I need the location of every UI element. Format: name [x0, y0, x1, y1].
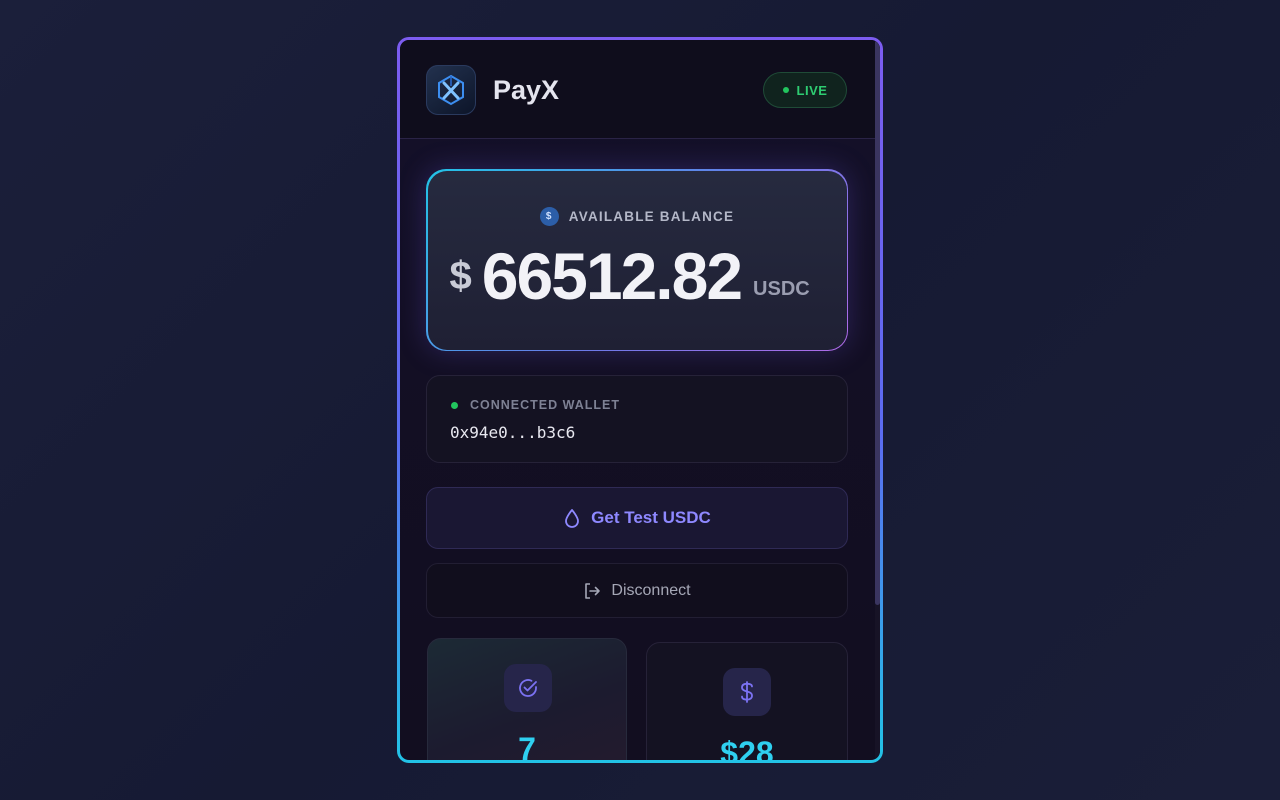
balance-unit: USDC [753, 277, 810, 300]
live-status-badge: LIVE [763, 72, 847, 108]
stat-value: $28 [720, 735, 774, 760]
get-test-usdc-label: Get Test USDC [591, 508, 711, 527]
scrollbar-thumb[interactable] [875, 40, 880, 605]
app-panel: PayX LIVE $ AVAILABLE BALANCE $ 66512.82… [400, 40, 880, 760]
payx-logo-icon [426, 65, 476, 115]
check-circle-icon [504, 664, 552, 712]
wallet-address[interactable]: 0x94e0...b3c6 [450, 423, 575, 442]
get-test-usdc-button[interactable]: Get Test USDC [426, 487, 848, 549]
app-frame: PayX LIVE $ AVAILABLE BALANCE $ 66512.82… [397, 37, 883, 763]
balance-value: $ 66512.82 USDC [450, 243, 810, 309]
connected-wallet-card: CONNECTED WALLET 0x94e0...b3c6 [426, 375, 848, 463]
stat-value: 7 [518, 731, 536, 760]
wallet-label-row: CONNECTED WALLET [451, 398, 620, 412]
coin-icon: $ [539, 206, 559, 226]
dollar-icon [723, 668, 771, 716]
balance-label-row: $ AVAILABLE BALANCE [428, 206, 847, 226]
balance-card: $ AVAILABLE BALANCE $ 66512.82 USDC [426, 169, 848, 351]
currency-symbol: $ [449, 253, 472, 298]
droplet-icon [565, 509, 580, 528]
balance-label: AVAILABLE BALANCE [568, 208, 735, 224]
stat-card-completed: 7 [427, 638, 627, 760]
live-dot-icon [782, 87, 789, 93]
brand-name: PayX [493, 75, 560, 105]
wallet-label: CONNECTED WALLET [470, 398, 621, 412]
logout-icon [585, 582, 601, 599]
app-header: PayX LIVE [400, 40, 880, 139]
balance-amount: 66512.82 [481, 238, 743, 313]
stat-card-volume: $28 [646, 642, 848, 760]
live-label: LIVE [796, 82, 828, 98]
disconnect-label: Disconnect [611, 581, 691, 599]
scrollbar-track[interactable] [875, 40, 880, 760]
connected-dot-icon [451, 401, 458, 409]
disconnect-button[interactable]: Disconnect [426, 563, 848, 618]
